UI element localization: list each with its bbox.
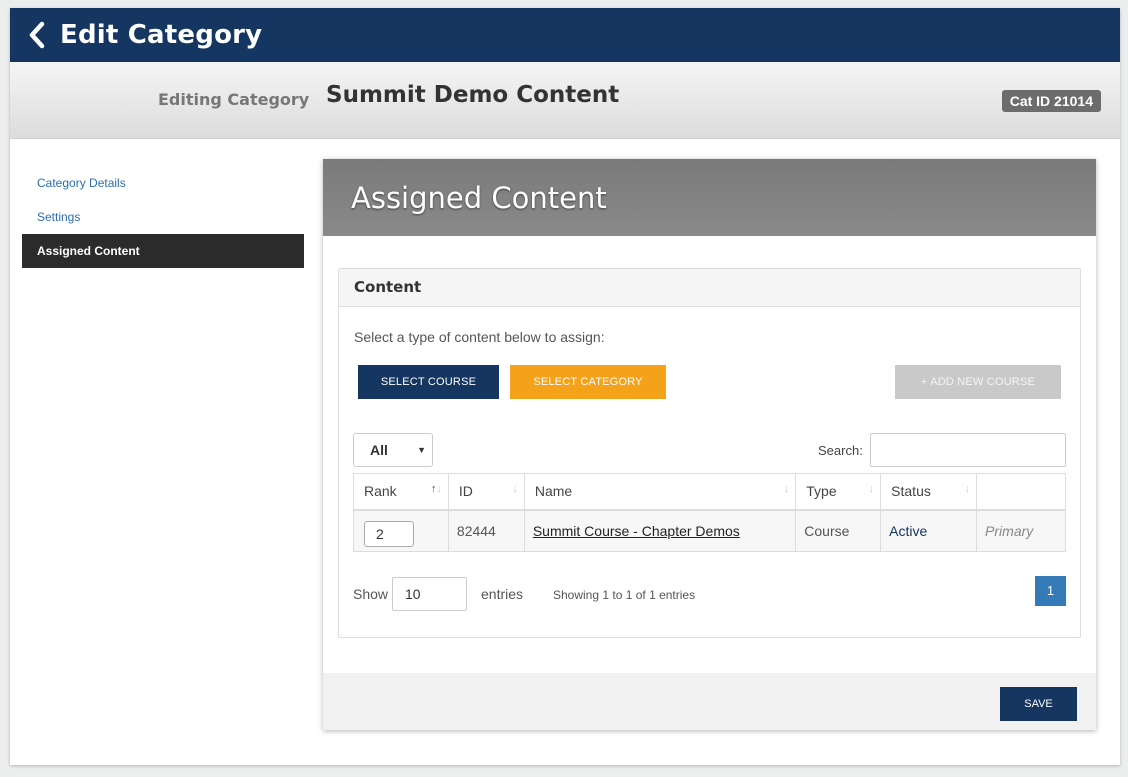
search-input[interactable]	[870, 433, 1066, 467]
rank-cell: 2	[353, 509, 449, 552]
type-filter-value: All	[370, 442, 388, 458]
column-header-label: Name	[534, 483, 573, 500]
primary-cell: Primary	[976, 509, 1066, 552]
show-label: Show	[353, 586, 389, 602]
column-header-name[interactable]: Name ↓	[523, 473, 797, 511]
panel-footer: SAVE	[323, 673, 1096, 730]
column-header-type[interactable]: Type ↓	[795, 473, 882, 511]
sidebar-item-category-details[interactable]: Category Details	[22, 166, 304, 200]
assign-instruction: Select a type of content below to assign…	[354, 329, 605, 345]
select-category-button[interactable]: SELECT CATEGORY	[510, 365, 666, 399]
page-size-value: 10	[405, 586, 421, 602]
content-box-title: Content	[339, 269, 1080, 307]
page-size-input[interactable]: 10	[392, 577, 467, 611]
course-name-link[interactable]: Summit Course - Chapter Demos	[533, 523, 740, 539]
table-row: 2 82444 Summit Course - Chapter Demos Co…	[353, 509, 1066, 552]
column-header-status[interactable]: Status ↓	[880, 473, 978, 511]
type-cell: Course	[795, 509, 882, 552]
sidebar-nav: Category Details Settings Assigned Conte…	[22, 166, 304, 268]
name-cell: Summit Course - Chapter Demos	[523, 509, 797, 552]
status-cell: Active	[880, 509, 978, 552]
column-header-label: Type	[806, 483, 837, 500]
column-header-label: Status	[891, 483, 931, 500]
sidebar-item-assigned-content[interactable]: Assigned Content	[22, 234, 304, 268]
select-course-button[interactable]: SELECT COURSE	[358, 365, 499, 399]
column-header-label: ID	[458, 483, 473, 500]
panel-title: Assigned Content	[351, 180, 607, 215]
page-button-1[interactable]: 1	[1035, 576, 1066, 606]
id-cell: 82444	[447, 509, 525, 552]
table-header-row: Rank ↑↓ ID ↓ Name ↓ Type ↓ Status ↓	[353, 473, 1066, 511]
column-header-label: Rank	[364, 483, 397, 500]
content-table: Rank ↑↓ ID ↓ Name ↓ Type ↓ Status ↓ 2 82…	[353, 473, 1066, 552]
column-header-extra	[976, 473, 1066, 511]
save-button[interactable]: SAVE	[1000, 687, 1077, 721]
primary-label: Primary	[985, 522, 1034, 539]
rank-input[interactable]: 2	[364, 520, 414, 547]
add-new-course-button[interactable]: + ADD NEW COURSE	[895, 365, 1061, 399]
entries-label: entries	[481, 586, 524, 602]
chevron-left-icon[interactable]	[28, 8, 54, 62]
sidebar-item-settings[interactable]: Settings	[22, 200, 304, 234]
rank-value: 2	[376, 525, 384, 542]
category-name: Summit Demo Content	[326, 82, 620, 108]
status-text: Active	[889, 522, 928, 539]
caret-down-icon: ▼	[417, 445, 426, 455]
page-title: Edit Category	[60, 20, 263, 50]
assigned-content-panel: Assigned Content Content Select a type o…	[323, 159, 1096, 730]
column-header-id[interactable]: ID ↓	[447, 473, 525, 511]
top-bar: Edit Category	[10, 8, 1120, 62]
panel-header: Assigned Content	[323, 159, 1096, 236]
category-header: Editing Category Summit Demo Content Cat…	[10, 62, 1120, 139]
search-label: Search:	[818, 443, 863, 458]
sort-icon: ↓	[783, 483, 790, 495]
column-header-rank[interactable]: Rank ↑↓	[353, 473, 449, 511]
type-filter-select[interactable]: All ▼	[353, 433, 433, 467]
cat-id-badge: Cat ID 21014	[1001, 90, 1101, 112]
sort-icon: ↓	[512, 483, 518, 495]
sort-icon: ↓	[868, 483, 875, 495]
table-info: Showing 1 to 1 of 1 entries	[553, 588, 696, 602]
content-box: Content Select a type of content below t…	[338, 268, 1081, 638]
sort-asc-icon: ↑↓	[430, 483, 442, 495]
editing-category-label: Editing Category	[158, 90, 310, 109]
app-window: Edit Category Editing Category Summit De…	[10, 8, 1120, 765]
sort-icon: ↓	[964, 483, 971, 495]
